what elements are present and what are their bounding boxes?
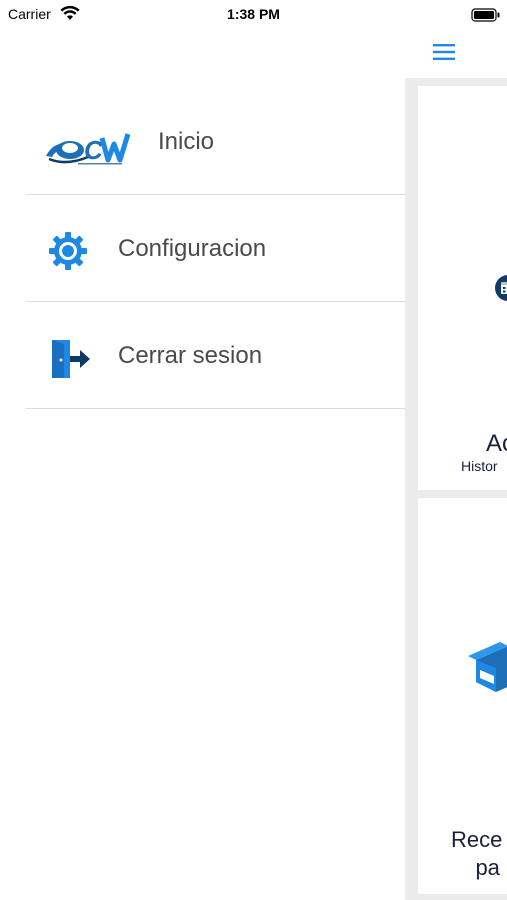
app-logo-icon: C [46,133,131,165]
navigation-drawer: C Inicio Configuracion Cerrar sesion [0,78,405,900]
card-activity-subtitle: Histor [461,458,498,474]
drawer-item-cerrar-sesion-label: Cerrar sesion [118,342,263,369]
card-package[interactable]: Rece pa [418,498,507,894]
drawer-item-configuracion-label: Configuracion [118,235,267,262]
card-package-title-line2: pa [475,855,500,880]
card-package-title-line1: Rece [451,827,503,852]
clock: 1:38 PM [227,6,280,22]
drawer-item-inicio-label: Inicio [158,128,215,155]
gear-icon [49,232,87,270]
battery-icon [471,8,500,22]
exit-door-icon [52,340,90,378]
status-bar: Carrier 1:38 PM [0,0,507,30]
card-activity-title: Ac [486,430,507,457]
drawer-item-configuracion[interactable]: Configuracion [26,195,405,302]
app-screen: Carrier 1:38 PM Ac [0,0,507,900]
calendar-icon [495,275,507,301]
drawer-item-cerrar-sesion[interactable]: Cerrar sesion [26,302,405,409]
hamburger-menu-icon[interactable] [430,40,458,64]
package-box-icon [468,642,507,692]
drawer-item-inicio[interactable]: C Inicio [26,88,405,195]
card-activity[interactable]: Ac Histor [418,86,507,490]
card-package-title: Rece pa [451,826,502,882]
